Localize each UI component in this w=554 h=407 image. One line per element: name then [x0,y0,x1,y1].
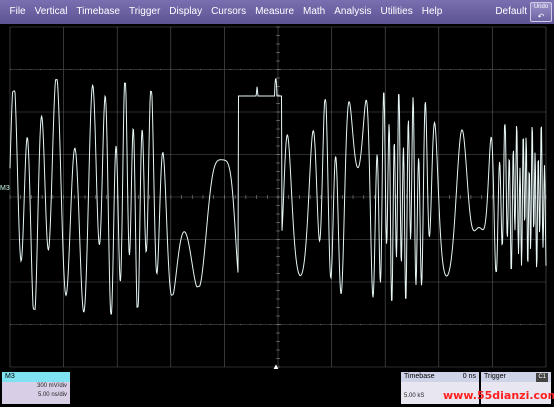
timebase-delay: 0 ns [462,373,476,380]
menu-cursors[interactable]: Cursors [207,0,251,24]
channel-marker-m3: M3 [0,185,10,192]
m3-channel-panel[interactable]: M3 300 mV/div 5.00 ns/div [2,372,70,404]
trigger-header: Trigger C1 [481,372,551,382]
timebase-header: Timebase 0 ns [401,372,479,382]
menu-bar: File Vertical Timebase Trigger Display C… [0,0,554,24]
watermark-text: www.55dianzi.com [443,389,554,402]
default-setup-button[interactable]: Default [495,0,527,24]
menu-vertical[interactable]: Vertical [30,0,72,24]
menu-display[interactable]: Display [165,0,207,24]
menu-help[interactable]: Help [417,0,447,24]
menu-file[interactable]: File [5,0,30,24]
m3-time-per-div: 5.00 ns/div [37,392,67,398]
timebase-samples: 5.00 kS [404,393,425,399]
waveform-grid [9,26,547,368]
menu-items: File Vertical Timebase Trigger Display C… [0,0,447,24]
menu-math[interactable]: Math [299,0,330,24]
menu-timebase[interactable]: Timebase [72,0,125,24]
undo-arrow-icon: ↶ [537,12,545,21]
menu-utilities[interactable]: Utilities [376,0,417,24]
trigger-title: Trigger [484,373,506,380]
waveform-display[interactable]: M3 ▲ [0,24,554,371]
menu-trigger[interactable]: Trigger [124,0,164,24]
graticule [9,26,547,368]
menu-measure[interactable]: Measure [251,0,299,24]
trigger-channel-badge: C1 [536,373,548,382]
menu-analysis[interactable]: Analysis [330,0,376,24]
m3-panel-title: M3 [2,372,70,382]
m3-volts-per-div: 300 mV/div [36,383,67,389]
timebase-title: Timebase [404,373,435,380]
undo-button[interactable]: Undo ↶ [530,2,552,22]
undo-label: Undo [533,4,549,10]
